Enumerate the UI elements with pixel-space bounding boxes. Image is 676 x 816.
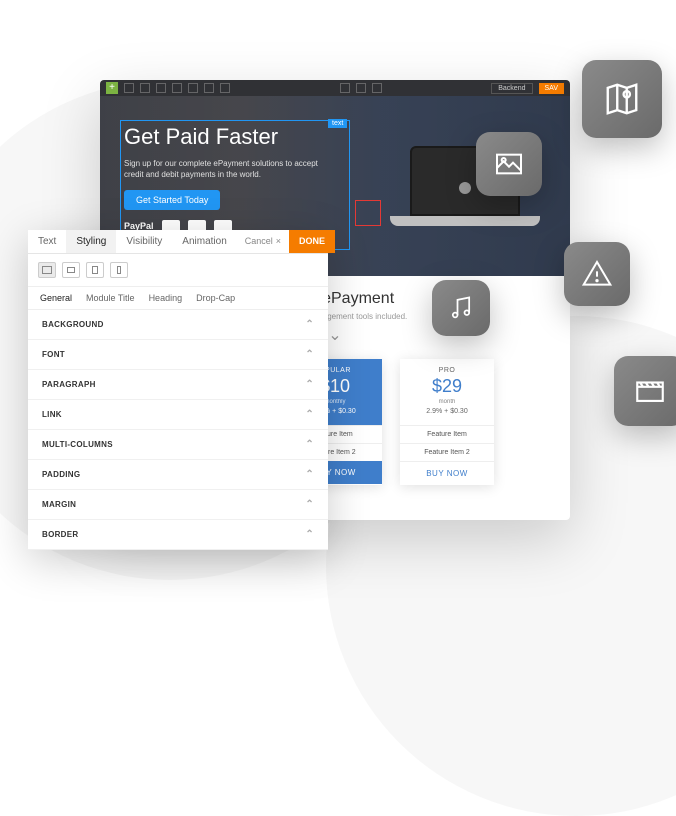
accordion-paragraph[interactable]: PARAGRAPH⌃ bbox=[28, 370, 328, 400]
selection-handle[interactable] bbox=[355, 200, 381, 226]
plan-feature: Feature Item 2 bbox=[400, 443, 494, 461]
pricing-card-pro[interactable]: PRO $29 month 2.9% + $0.30 Feature Item … bbox=[400, 359, 494, 485]
chevron-icon: ⌃ bbox=[305, 529, 314, 540]
toolbar-icon[interactable] bbox=[188, 83, 198, 93]
tab-animation[interactable]: Animation bbox=[172, 230, 236, 253]
tab-text[interactable]: Text bbox=[28, 230, 66, 253]
map-icon[interactable] bbox=[582, 60, 662, 138]
toolbar-icon[interactable] bbox=[340, 83, 350, 93]
style-subtabs: General Module Title Heading Drop-Cap bbox=[28, 287, 328, 310]
add-element-button[interactable]: + bbox=[106, 82, 118, 94]
builder-toolbar: + Backend SAV bbox=[100, 80, 570, 96]
chevron-icon: ⌃ bbox=[305, 379, 314, 390]
toolbar-icon[interactable] bbox=[356, 83, 366, 93]
subtab-heading[interactable]: Heading bbox=[149, 293, 183, 303]
subtab-general[interactable]: General bbox=[40, 293, 72, 303]
device-mobile[interactable] bbox=[110, 262, 128, 278]
accordion-multi-columns[interactable]: MULTI-COLUMNS⌃ bbox=[28, 430, 328, 460]
music-icon[interactable] bbox=[432, 280, 490, 336]
accordion-background[interactable]: BACKGROUND⌃ bbox=[28, 310, 328, 340]
chevron-icon: ⌃ bbox=[305, 499, 314, 510]
style-accordion: BACKGROUND⌃ FONT⌃ PARAGRAPH⌃ LINK⌃ MULTI… bbox=[28, 310, 328, 550]
device-tablet-portrait[interactable] bbox=[86, 262, 104, 278]
accordion-link[interactable]: LINK⌃ bbox=[28, 400, 328, 430]
backend-button[interactable]: Backend bbox=[491, 83, 532, 94]
toolbar-icon[interactable] bbox=[140, 83, 150, 93]
accordion-font[interactable]: FONT⌃ bbox=[28, 340, 328, 370]
toolbar-icon[interactable] bbox=[124, 83, 134, 93]
chevron-icon: ⌃ bbox=[305, 439, 314, 450]
selection-tag[interactable]: text bbox=[328, 119, 347, 128]
image-icon[interactable] bbox=[476, 132, 542, 196]
toolbar-icon[interactable] bbox=[372, 83, 382, 93]
accordion-border[interactable]: BORDER⌃ bbox=[28, 520, 328, 550]
video-icon[interactable] bbox=[614, 356, 676, 426]
tab-styling[interactable]: Styling bbox=[66, 230, 116, 253]
plan-feature: Feature Item bbox=[400, 425, 494, 443]
subtab-module-title[interactable]: Module Title bbox=[86, 293, 135, 303]
tab-visibility[interactable]: Visibility bbox=[116, 230, 172, 253]
toolbar-icon[interactable] bbox=[204, 83, 214, 93]
accordion-margin[interactable]: MARGIN⌃ bbox=[28, 490, 328, 520]
toolbar-icon[interactable] bbox=[172, 83, 182, 93]
save-button[interactable]: SAV bbox=[539, 83, 565, 94]
cancel-button[interactable]: Cancel× bbox=[237, 230, 289, 253]
subtab-drop-cap[interactable]: Drop-Cap bbox=[196, 293, 235, 303]
plan-cycle: month bbox=[404, 399, 490, 405]
chevron-icon: ⌃ bbox=[305, 349, 314, 360]
style-panel: Text Styling Visibility Animation Cancel… bbox=[28, 230, 328, 550]
device-tablet-landscape[interactable] bbox=[62, 262, 80, 278]
done-button[interactable]: DONE bbox=[289, 230, 335, 253]
plan-price: $29 bbox=[404, 376, 490, 397]
buy-button[interactable]: BUY NOW bbox=[400, 461, 494, 485]
warning-icon[interactable] bbox=[564, 242, 630, 306]
device-selector bbox=[28, 254, 328, 287]
chevron-icon: ⌃ bbox=[305, 319, 314, 330]
plan-rate: 2.9% + $0.30 bbox=[404, 408, 490, 415]
toolbar-icon[interactable] bbox=[156, 83, 166, 93]
chevron-icon: ⌃ bbox=[305, 469, 314, 480]
chevron-icon: ⌃ bbox=[305, 409, 314, 420]
device-desktop[interactable] bbox=[38, 262, 56, 278]
toolbar-icon[interactable] bbox=[220, 83, 230, 93]
panel-tabs: Text Styling Visibility Animation Cancel… bbox=[28, 230, 328, 254]
accordion-padding[interactable]: PADDING⌃ bbox=[28, 460, 328, 490]
close-icon[interactable]: × bbox=[276, 236, 281, 246]
plan-tier: PRO bbox=[404, 367, 490, 374]
